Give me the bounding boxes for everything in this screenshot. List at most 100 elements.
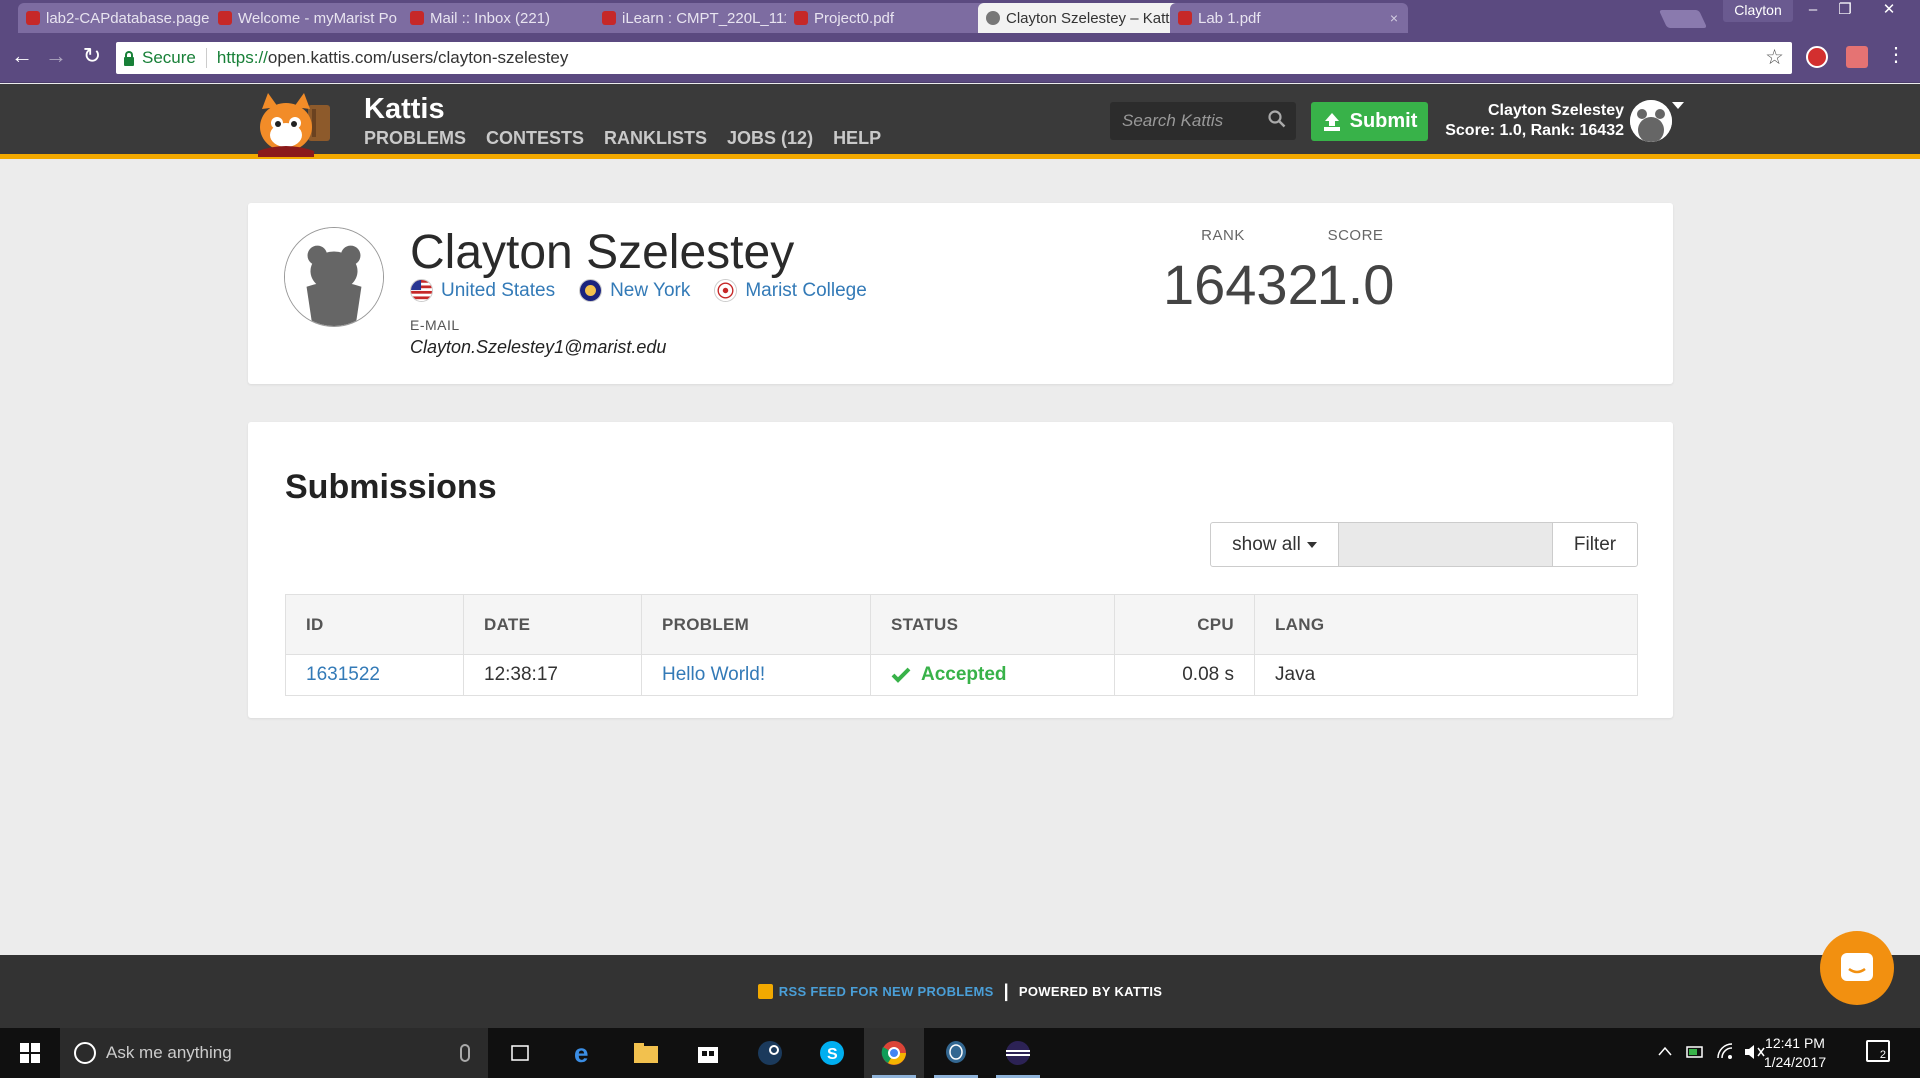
wifi-icon[interactable] (1716, 1042, 1736, 1060)
tab-favicon-icon (26, 11, 40, 25)
submission-filter: show all Filter (1210, 522, 1638, 567)
filter-select-label: show all (1232, 533, 1301, 555)
new-tab-button[interactable] (1658, 10, 1708, 28)
chrome-icon[interactable] (864, 1028, 924, 1078)
tab-favicon-icon (1178, 11, 1192, 25)
footer-separator: | (1003, 981, 1009, 1001)
microphone-icon[interactable] (460, 1044, 470, 1062)
tab-favicon-icon (218, 11, 232, 25)
rank-stat: RANK 16432 (1163, 227, 1319, 317)
url-protocol: https:// (216, 48, 268, 67)
extension-icon[interactable] (1846, 46, 1868, 68)
browser-menu-icon[interactable]: ⋮ (1886, 45, 1906, 68)
restore-button[interactable]: ❐ (1832, 0, 1858, 22)
submission-id[interactable]: 1631522 (285, 654, 464, 696)
nav-contests[interactable]: CONTESTS (486, 128, 584, 149)
region-link[interactable]: New York (579, 279, 690, 302)
tab-favicon-icon (410, 11, 424, 25)
status-badge: Accepted (891, 655, 1094, 695)
submit-button[interactable]: Submit (1311, 102, 1428, 141)
bookmark-star-icon[interactable]: ☆ (1765, 45, 1784, 70)
edge-browser-icon[interactable]: e (554, 1028, 614, 1078)
user-menu-caret-icon[interactable] (1672, 102, 1684, 109)
rss-feed-link[interactable]: RSS FEED FOR NEW PROBLEMS (779, 984, 994, 999)
score-label: SCORE (1327, 227, 1384, 244)
tab-title: Mail :: Inbox (221) (430, 9, 551, 27)
clock-date: 1/24/2017 (1763, 1054, 1827, 1070)
eclipse-icon[interactable] (988, 1028, 1048, 1078)
tab-title: Lab 1.pdf (1198, 9, 1261, 27)
action-center-icon[interactable]: 2 (1866, 1040, 1890, 1062)
nav-jobs[interactable]: JOBS (12) (727, 128, 813, 149)
reload-button[interactable]: ↻ (80, 45, 104, 69)
site-footer: RSS FEED FOR NEW PROBLEMS | POWERED BY K… (0, 955, 1920, 1028)
browser-toolbar: ← → ↻ Secure https:// open.kattis.com/us… (0, 33, 1920, 83)
filter-select[interactable]: show all (1211, 523, 1339, 566)
browser-tab[interactable]: Lab 1.pdf × (1170, 3, 1408, 33)
kattis-logo-icon[interactable] (250, 91, 350, 157)
chevron-up-icon[interactable] (1658, 1046, 1672, 1056)
submission-id-link[interactable]: 1631522 (306, 664, 380, 685)
email-label: E-MAIL (410, 317, 460, 333)
tab-favicon-icon (602, 11, 616, 25)
svg-text:S: S (827, 1046, 838, 1063)
close-window-button[interactable]: ✕ (1876, 0, 1902, 22)
nav-ranklists[interactable]: RANKLISTS (604, 128, 707, 149)
profile-avatar (284, 227, 384, 327)
back-button[interactable]: ← (10, 45, 34, 69)
country-link[interactable]: United States (410, 279, 555, 302)
chevron-down-icon (1306, 541, 1317, 548)
forward-button[interactable]: → (44, 45, 68, 69)
tab-close-icon[interactable]: × (1390, 10, 1398, 26)
avatar[interactable] (1630, 100, 1672, 142)
clock-time: 12:41 PM (1765, 1035, 1825, 1051)
filter-button[interactable]: Filter (1552, 523, 1637, 566)
tab-favicon-icon (986, 11, 1000, 25)
steam-icon[interactable] (740, 1028, 800, 1078)
status-label: Accepted (921, 664, 1007, 685)
site-brand[interactable]: Kattis (364, 93, 445, 126)
tab-title: Project0.pdf (814, 9, 895, 27)
extension-icon[interactable] (1806, 46, 1828, 68)
task-view-icon[interactable] (490, 1028, 550, 1078)
checkmark-icon (891, 667, 911, 683)
school-seal-icon (714, 279, 738, 302)
skype-icon[interactable]: S (802, 1028, 862, 1078)
submissions-table: ID DATE PROBLEM STATUS CPU LANG 1631522 … (285, 594, 1638, 696)
chat-launcher-button[interactable] (1820, 931, 1894, 1005)
postgres-icon[interactable] (926, 1028, 986, 1078)
table-row: 1631522 12:38:17 Hello World! Accepted 0… (285, 654, 1638, 696)
store-icon[interactable] (678, 1028, 738, 1078)
us-flag-icon (410, 279, 433, 302)
region-label: New York (610, 279, 691, 301)
start-button[interactable] (0, 1028, 60, 1078)
search-icon[interactable] (1268, 110, 1286, 128)
cortana-search[interactable]: Ask me anything (60, 1028, 488, 1078)
submission-problem[interactable]: Hello World! (641, 654, 871, 696)
profile-affiliations: United States New York Marist College (410, 279, 867, 302)
problem-link[interactable]: Hello World! (662, 664, 765, 685)
user-info[interactable]: Clayton Szelestey Score: 1.0, Rank: 1643… (1430, 101, 1624, 141)
filter-input[interactable] (1339, 523, 1552, 566)
rank-value: 16432 (1163, 253, 1319, 316)
nav-problems[interactable]: PROBLEMS (364, 128, 466, 149)
search-box (1110, 102, 1296, 140)
tab-favicon-icon (794, 11, 808, 25)
submission-date: 12:38:17 (463, 654, 642, 696)
ny-flag-icon (579, 279, 603, 302)
windows-logo-icon (20, 1043, 40, 1063)
score-value: 1.0 (1316, 253, 1395, 316)
col-lang: LANG (1254, 594, 1638, 655)
battery-icon[interactable] (1686, 1044, 1706, 1060)
browser-profile-button[interactable]: Clayton (1723, 0, 1793, 22)
school-link[interactable]: Marist College (714, 279, 867, 302)
tab-title: lab2-CAPdatabase.page (46, 9, 210, 27)
system-clock[interactable]: 12:41 PM 1/24/2017 (1750, 1034, 1840, 1072)
profile-name: Clayton Szelestey (410, 226, 795, 279)
file-explorer-icon[interactable] (616, 1028, 676, 1078)
minimize-button[interactable]: – (1800, 0, 1826, 22)
nav-help[interactable]: HELP (833, 128, 881, 149)
svg-text:e: e (574, 1040, 588, 1066)
search-input[interactable] (1122, 111, 1262, 131)
address-bar[interactable]: Secure https:// open.kattis.com/users/cl… (116, 42, 1792, 74)
